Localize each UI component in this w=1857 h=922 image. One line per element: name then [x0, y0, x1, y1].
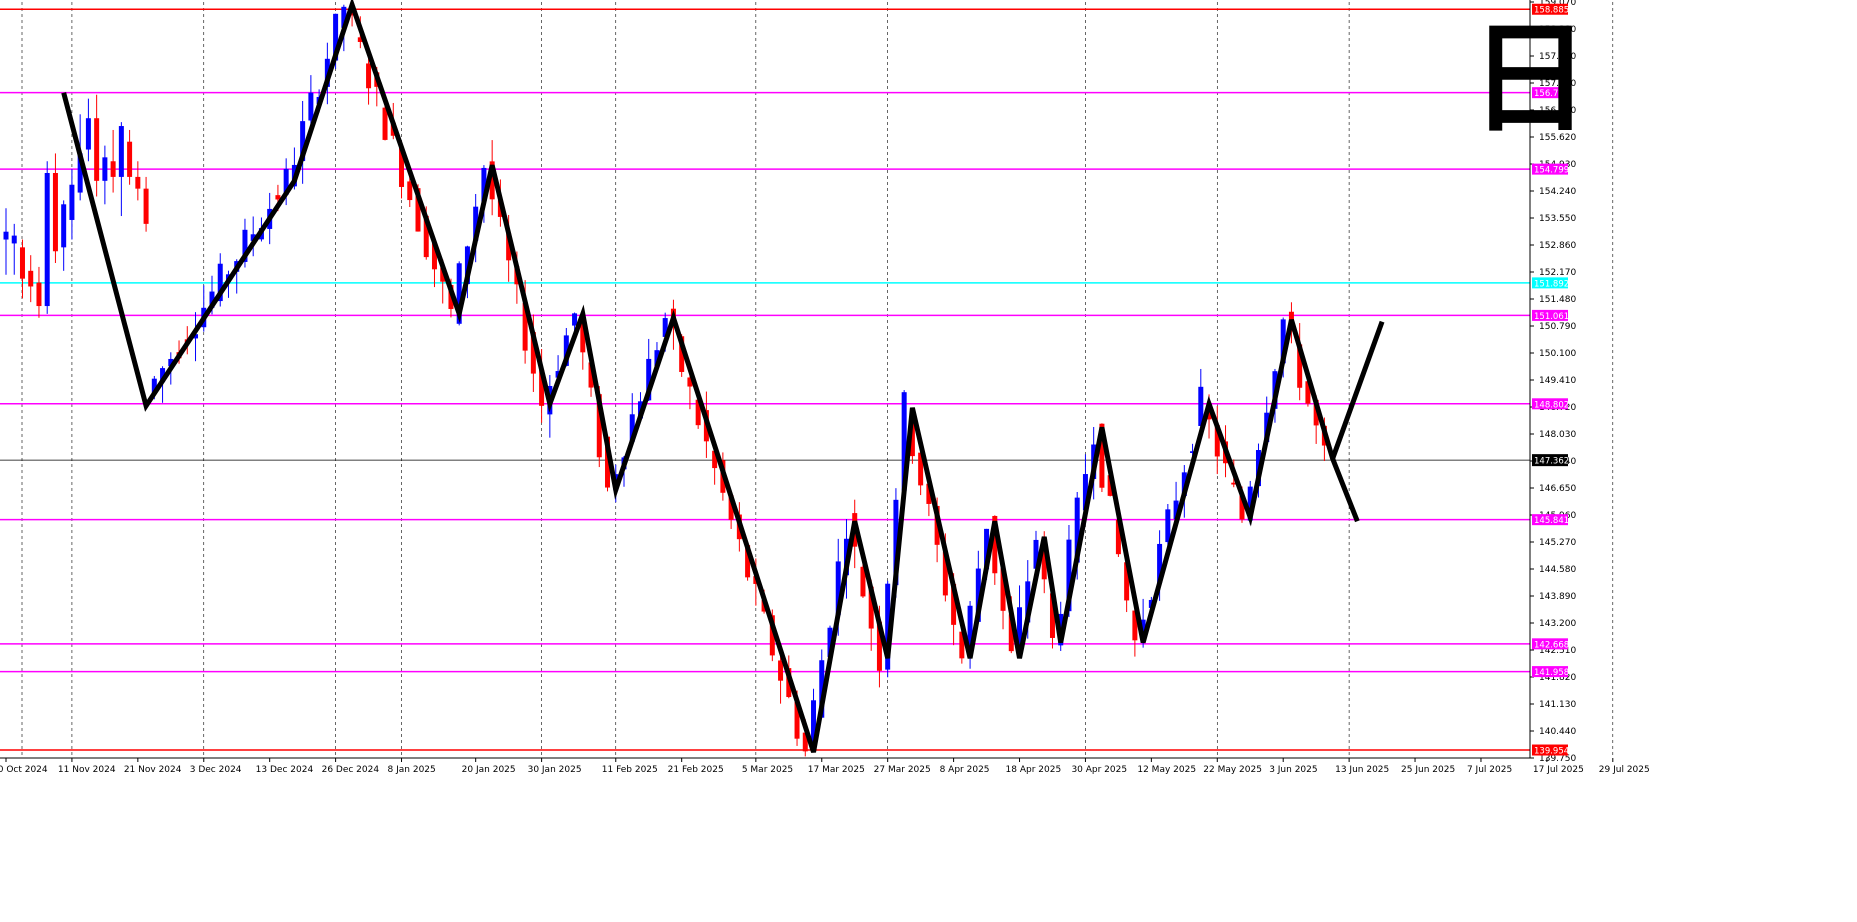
- candle-body: [366, 63, 372, 89]
- time-tick-label: 22 May 2025: [1203, 765, 1262, 775]
- price-tick-label: 152.860: [1539, 241, 1576, 251]
- price-tick-label: 154.240: [1539, 187, 1576, 197]
- price-tick-label: 153.550: [1539, 214, 1576, 224]
- time-tick-label: 11 Feb 2025: [602, 765, 658, 775]
- level-label: 141.958: [1534, 668, 1569, 678]
- candle-body: [36, 282, 42, 307]
- price-tick-label: 150.100: [1539, 349, 1576, 359]
- candle-body: [85, 118, 91, 150]
- price-tick-label: 148.030: [1539, 430, 1576, 440]
- time-tick-label: 18 Apr 2025: [1006, 765, 1062, 775]
- level-label: 139.954: [1534, 747, 1569, 757]
- candle-body: [44, 173, 50, 307]
- candle-body: [1165, 509, 1171, 543]
- time-tick-label: 11 Nov 2024: [58, 765, 116, 775]
- level-label: 145.841: [1534, 516, 1569, 526]
- time-tick-label: 13 Dec 2024: [256, 765, 314, 775]
- price-tick-label: 140.440: [1539, 727, 1576, 737]
- candle-body: [28, 270, 34, 287]
- candle-body: [407, 181, 413, 201]
- symbol-logo: 日: [1470, 10, 1590, 149]
- price-tick-label: 141.130: [1539, 700, 1576, 710]
- candle-body: [110, 161, 116, 177]
- time-tick-label: 8 Apr 2025: [940, 765, 990, 775]
- time-tick-label: 26 Dec 2024: [322, 765, 380, 775]
- time-tick-label: 25 Jun 2025: [1401, 765, 1455, 775]
- time-tick-label: 21 Nov 2024: [124, 765, 182, 775]
- price-tick-label: 146.650: [1539, 484, 1576, 494]
- candle-body: [572, 313, 578, 326]
- candle-body: [778, 660, 784, 681]
- time-tick-label: 30 Jan 2025: [528, 765, 582, 775]
- candle-body: [19, 247, 25, 279]
- price-tick-label: 143.200: [1539, 619, 1576, 629]
- candle-body: [61, 204, 67, 248]
- candle-body: [143, 188, 149, 224]
- price-tick-label: 145.270: [1539, 538, 1576, 548]
- chart-window[interactable]: 159.070158.380157.690157.000156.310155.6…: [0, 0, 1857, 922]
- candle-body: [135, 176, 141, 189]
- time-tick-label: 17 Jul 2025: [1533, 765, 1584, 775]
- candle-body: [52, 173, 58, 252]
- time-tick-label: 3 Jun 2025: [1269, 765, 1317, 775]
- candle-body: [118, 126, 124, 177]
- time-tick-label: 12 May 2025: [1137, 765, 1196, 775]
- candle-body: [102, 157, 108, 181]
- candle-body: [3, 231, 9, 240]
- price-tick-label: 149.410: [1539, 376, 1576, 386]
- time-tick-label: 13 Jun 2025: [1335, 765, 1389, 775]
- level-label: 151.061: [1534, 312, 1569, 322]
- time-tick-label: 3 Dec 2024: [190, 765, 242, 775]
- price-tick-label: 150.790: [1539, 322, 1576, 332]
- time-tick-label: 30 Oct 2024: [0, 765, 48, 775]
- level-label: 154.799: [1534, 166, 1569, 176]
- time-tick-label: 20 Jan 2025: [462, 765, 516, 775]
- time-tick-label: 7 Jul 2025: [1467, 765, 1512, 775]
- candle-body: [127, 141, 133, 177]
- candle-body: [308, 92, 314, 121]
- candle-body: [11, 235, 17, 244]
- time-tick-label: 17 Mar 2025: [808, 765, 865, 775]
- time-tick-label: 30 Apr 2025: [1071, 765, 1127, 775]
- price-tick-label: 152.170: [1539, 268, 1576, 278]
- candle-body: [94, 118, 100, 181]
- time-tick-label: 8 Jan 2025: [388, 765, 436, 775]
- price-tick-label: 144.580: [1539, 565, 1576, 575]
- current-price-label: 147.362: [1534, 457, 1569, 467]
- candle-body: [69, 184, 75, 220]
- price-tick-label: 151.480: [1539, 295, 1576, 305]
- price-chart[interactable]: 159.070158.380157.690157.000156.310155.6…: [0, 0, 1857, 922]
- time-tick-label: 21 Feb 2025: [668, 765, 724, 775]
- time-tick-label: 29 Jul 2025: [1599, 765, 1650, 775]
- level-label: 148.802: [1534, 400, 1569, 410]
- time-tick-label: 5 Mar 2025: [742, 765, 793, 775]
- symbol-logo-text: 日: [1470, 10, 1590, 149]
- price-tick-label: 143.890: [1539, 592, 1576, 602]
- time-tick-label: 27 Mar 2025: [874, 765, 931, 775]
- level-label: 142.668: [1534, 640, 1569, 650]
- level-label: 151.892: [1534, 279, 1569, 289]
